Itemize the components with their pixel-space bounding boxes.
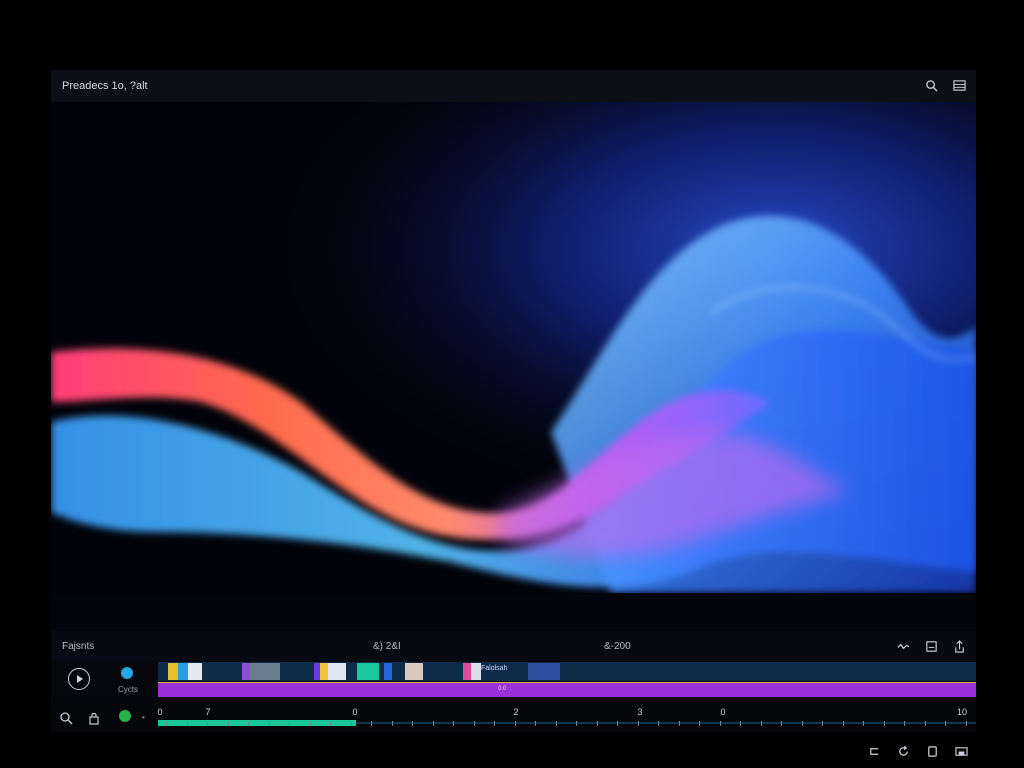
ruler-area: • 0 7 0 2 3 0 10 [51, 701, 976, 732]
abstract-wave-artwork [51, 102, 976, 593]
clip-thumbnail[interactable] [188, 663, 202, 680]
video-preview[interactable] [51, 102, 976, 593]
ruler-tick [842, 721, 844, 726]
ruler-label: 0 [720, 707, 726, 717]
ruler-tick [740, 721, 741, 726]
ruler-tick [883, 721, 885, 726]
search-icon[interactable] [924, 78, 938, 92]
zoom-icon[interactable] [59, 711, 73, 725]
track-area: Cycts Falolsah 0.0 [51, 661, 976, 701]
ruler-tick [801, 721, 803, 726]
video-track[interactable]: Falolsah [158, 662, 976, 681]
lock-icon[interactable] [87, 711, 101, 725]
ruler-tick [289, 721, 290, 726]
ruler-label: 2 [513, 707, 519, 717]
clip-thumbnail[interactable] [528, 663, 560, 680]
ruler-tick [555, 721, 557, 726]
ruler-tick [781, 721, 782, 726]
clip-thumbnail[interactable] [250, 663, 280, 680]
ruler-tick [699, 721, 700, 726]
ruler-tick [596, 721, 598, 726]
timeline-label: Fajsnts [62, 641, 95, 652]
ruler-tick [186, 721, 188, 726]
window-title: Preadecs 1o, ?alt [62, 80, 148, 92]
clip-thumbnail[interactable] [405, 663, 423, 680]
editor-window: Preadecs 1o, ?alt Fajsnts &) 2&I &-200 C… [51, 70, 976, 732]
ruler-tick [617, 721, 618, 726]
ruler-tick [391, 721, 393, 726]
clip-thumbnail[interactable] [328, 663, 346, 680]
ruler-label: 0 [352, 707, 358, 717]
ruler-label: 10 [956, 707, 968, 717]
ruler-tick [453, 721, 454, 726]
ruler-tick [904, 721, 905, 726]
clip-thumbnail[interactable] [384, 663, 392, 680]
ruler-tick [535, 721, 536, 726]
ruler-tick [760, 721, 762, 726]
ruler-tick [637, 721, 639, 726]
menu-icon[interactable] [952, 78, 966, 92]
clip-thumbnail[interactable] [463, 663, 471, 680]
ruler-tick [412, 721, 413, 726]
audio-track[interactable]: 0.0 [158, 682, 976, 697]
cycle-label: Cycts [118, 685, 138, 694]
ruler-tick [473, 721, 475, 726]
ruler-tick [678, 721, 680, 726]
ruler-tick [248, 721, 249, 726]
cycle-icon[interactable] [121, 667, 133, 679]
ruler-tick [822, 721, 823, 726]
timeline-header: Fajsnts &) 2&I &-200 [51, 631, 976, 661]
clip-thumbnail[interactable] [242, 663, 250, 680]
ruler-tick [719, 721, 721, 726]
waveform-icon[interactable] [896, 639, 910, 653]
ruler-tick [924, 721, 926, 726]
ruler-label: 7 [205, 707, 211, 717]
clip-title: Falolsah [481, 665, 508, 672]
audio-level-label: 0.0 [498, 686, 507, 692]
ruler-tick [945, 721, 946, 726]
play-button[interactable] [68, 668, 90, 690]
ruler-tick [268, 721, 270, 726]
square-icon[interactable] [925, 744, 939, 758]
snap-toggle[interactable] [119, 710, 131, 722]
ruler-tick [309, 721, 311, 726]
ruler-label: 3 [637, 707, 643, 717]
preview-footer [51, 593, 976, 631]
time-ruler[interactable]: 0 7 0 2 3 0 10 [157, 707, 976, 729]
ruler-tick [514, 721, 516, 726]
ruler-tick [371, 721, 372, 726]
share-icon[interactable] [952, 639, 966, 653]
ruler-tick [227, 721, 229, 726]
title-bar: Preadecs 1o, ?alt [51, 70, 976, 102]
ruler-tick [576, 721, 577, 726]
ruler-tick [494, 721, 495, 726]
clip-thumbnail[interactable] [178, 663, 188, 680]
ruler-tick [863, 721, 864, 726]
ruler-tick [330, 721, 331, 726]
refresh-icon[interactable] [896, 744, 910, 758]
subtitle-icon[interactable] [924, 639, 938, 653]
clip-thumbnail[interactable] [357, 663, 379, 680]
separator-dot: • [142, 713, 145, 722]
ruler-tick [166, 721, 167, 726]
ruler-tick [658, 721, 659, 726]
tray-icon[interactable] [954, 744, 968, 758]
play-icon [77, 675, 83, 683]
ruler-label: 0 [157, 707, 163, 717]
ruler-tick [350, 721, 352, 726]
clip-thumbnail[interactable] [168, 663, 178, 680]
return-icon[interactable] [867, 744, 881, 758]
timecode-right: &-200 [604, 641, 631, 652]
ruler-tick [207, 721, 208, 726]
system-tray [867, 744, 968, 758]
playback-progress [158, 720, 356, 726]
timecode-left: &) 2&I [373, 641, 401, 652]
clip-thumbnail[interactable] [320, 663, 328, 680]
ruler-tick [432, 721, 434, 726]
clip-thumbnail[interactable] [471, 663, 481, 680]
ruler-tick [965, 721, 967, 726]
